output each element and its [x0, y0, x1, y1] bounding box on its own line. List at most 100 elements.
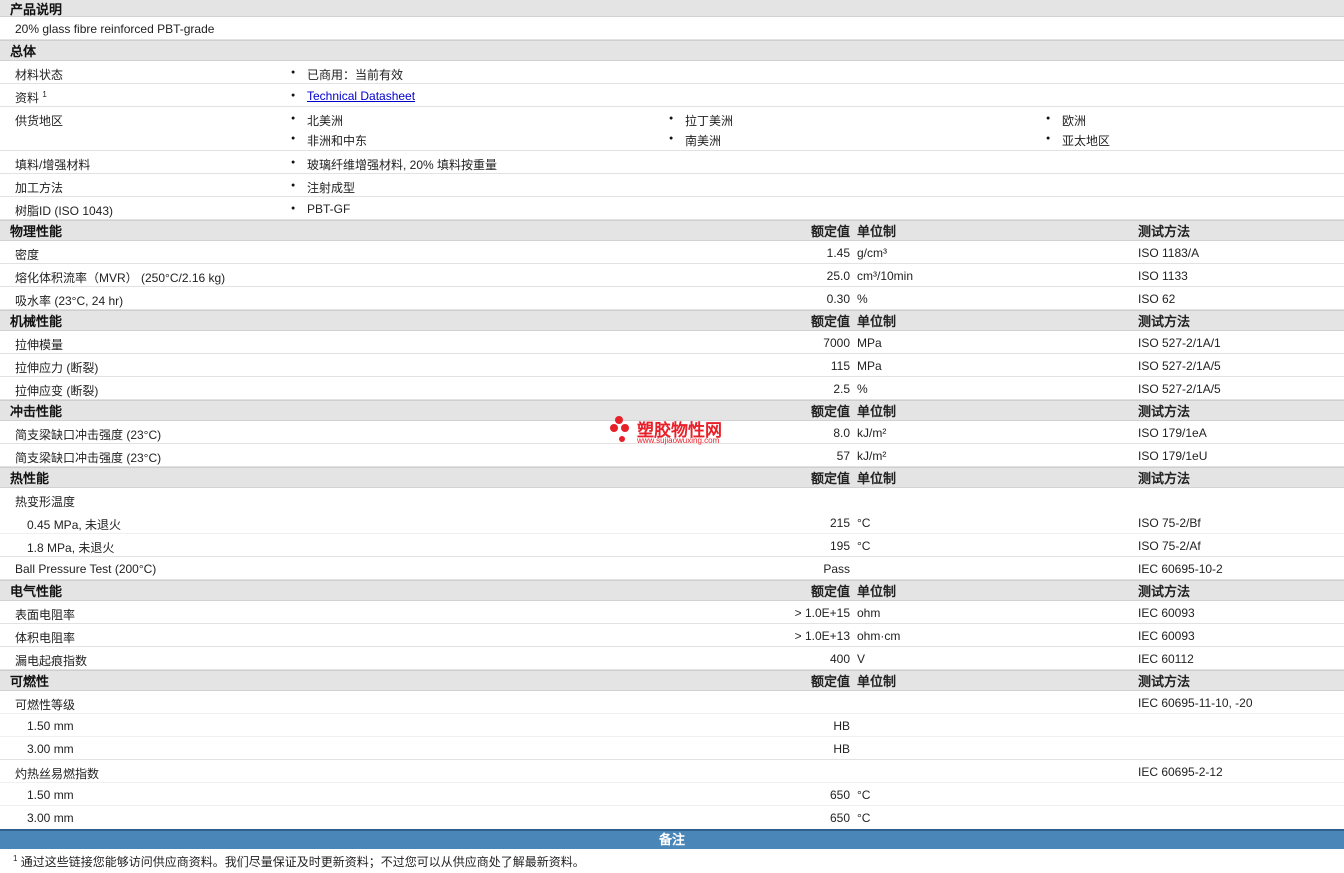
header-test: 测试方法 — [1138, 404, 1191, 419]
header-nominal: 额定值 — [810, 404, 850, 419]
property-row: 0.45 MPa, 未退火 215 °C ISO 75-2/Bf — [0, 511, 1344, 534]
property-value: HB — [833, 742, 850, 756]
property-label: 吸水率 (23°C, 24 hr) — [15, 294, 124, 308]
property-label: 简支梁缺口冲击强度 (23°C) — [15, 428, 162, 442]
property-label: 灼热丝易燃指数 — [15, 767, 100, 781]
property-test: IEC 60093 — [1138, 606, 1195, 620]
property-unit: cm³/10min — [857, 269, 914, 283]
property-unit: ohm — [857, 606, 881, 620]
datasheet: 产品说明 20% glass fibre reinforced PBT-grad… — [0, 0, 1344, 869]
property-test: ISO 527-2/1A/5 — [1138, 359, 1221, 373]
property-label: 3.00 mm — [27, 742, 74, 756]
property-test: ISO 1133 — [1138, 269, 1188, 283]
property-row: 拉伸应变 (断裂) 2.5 % ISO 527-2/1A/5 — [0, 377, 1344, 400]
row-label: 材料状态 — [15, 68, 64, 82]
section-thermal: 热性能 额定值 单位制 测试方法 — [0, 467, 1344, 488]
row-label: 加工方法 — [15, 181, 64, 195]
region-item: 亚太地区 — [1046, 132, 1110, 149]
section-product-description: 产品说明 — [0, 0, 1344, 17]
watermark-url: www.sujiaowuxing.com — [637, 436, 720, 445]
section-general: 总体 — [0, 40, 1344, 61]
region-item: 南美洲 — [669, 132, 721, 149]
property-test: ISO 527-2/1A/1 — [1138, 336, 1221, 350]
property-row: 表面电阻率 > 1.0E+15 ohm IEC 60093 — [0, 601, 1344, 624]
property-group-row: 热变形温度 — [0, 488, 1344, 511]
section-physical: 物理性能 额定值 单位制 测试方法 — [0, 220, 1344, 241]
row-value: 已商用：当前有效 — [291, 66, 403, 83]
property-group-row: 灼热丝易燃指数 IEC 60695-2-12 — [0, 760, 1344, 783]
property-row: 3.00 mm HB — [0, 737, 1344, 760]
footnote-text: 1 通过这些链接您能够访问供应商资料。我们尽量保证及时更新资料；不过您可以从供应… — [13, 854, 585, 869]
header-nominal: 额定值 — [810, 314, 850, 329]
property-label: 1.50 mm — [27, 788, 74, 802]
header-test: 测试方法 — [1138, 584, 1191, 599]
property-label: 熔化体积流率（MVR） (250°C/2.16 kg) — [15, 271, 226, 285]
technical-datasheet-link[interactable]: Technical Datasheet — [307, 89, 415, 103]
property-unit: °C — [857, 539, 871, 553]
property-value: > 1.0E+13 — [794, 629, 850, 643]
property-label: 1.50 mm — [27, 719, 74, 733]
datasheet-link-item: Technical Datasheet — [291, 89, 415, 103]
property-value: Pass — [823, 562, 850, 576]
property-row: 拉伸模量 7000 MPa ISO 527-2/1A/1 — [0, 331, 1344, 354]
property-value: > 1.0E+15 — [794, 606, 850, 620]
property-value: 7000 — [823, 336, 850, 350]
section-electrical: 电气性能 额定值 单位制 测试方法 — [0, 580, 1344, 601]
property-label: 体积电阻率 — [15, 631, 76, 645]
property-label: 1.8 MPa, 未退火 — [27, 541, 115, 555]
property-value: 400 — [829, 652, 850, 666]
row-label: 树脂ID (ISO 1043) — [15, 204, 114, 218]
property-row: 密度 1.45 g/cm³ ISO 1183/A — [0, 241, 1344, 264]
property-unit: % — [857, 292, 868, 306]
section-title: 电气性能 — [10, 584, 63, 599]
property-row: 1.50 mm HB — [0, 714, 1344, 737]
property-label: 漏电起痕指数 — [15, 654, 88, 668]
header-test: 测试方法 — [1138, 314, 1191, 329]
property-value: 8.0 — [833, 426, 850, 440]
section-title: 热性能 — [10, 471, 50, 486]
property-value: 215 — [829, 516, 850, 530]
row-resin-id: 树脂ID (ISO 1043) PBT-GF — [0, 197, 1344, 220]
property-test: ISO 62 — [1138, 292, 1176, 306]
header-unit: 单位制 — [857, 404, 897, 419]
header-unit: 单位制 — [857, 674, 897, 689]
property-test: ISO 75-2/Bf — [1138, 516, 1201, 530]
property-test: ISO 75-2/Af — [1138, 539, 1201, 553]
property-label: 密度 — [15, 248, 40, 262]
property-label: 可燃性等级 — [15, 698, 76, 712]
notes-header: 备注 — [0, 829, 1344, 849]
header-unit: 单位制 — [857, 471, 897, 486]
property-label: 0.45 MPa, 未退火 — [27, 518, 122, 532]
property-unit: kJ/m² — [857, 449, 887, 463]
section-title: 总体 — [10, 44, 37, 59]
property-row: Ball Pressure Test (200°C) Pass IEC 6069… — [0, 557, 1344, 580]
property-test: IEC 60093 — [1138, 629, 1195, 643]
property-test: ISO 1183/A — [1138, 246, 1200, 260]
property-row: 1.8 MPa, 未退火 195 °C ISO 75-2/Af — [0, 534, 1344, 557]
section-mechanical: 机械性能 额定值 单位制 测试方法 — [0, 310, 1344, 331]
property-row: 拉伸应力 (断裂) 115 MPa ISO 527-2/1A/5 — [0, 354, 1344, 377]
section-title: 可燃性 — [10, 674, 50, 689]
watermark-logo: 塑胶物性网 www.sujiaowuxing.com — [610, 414, 740, 448]
header-nominal: 额定值 — [810, 584, 850, 599]
property-unit: ohm·cm — [857, 629, 901, 643]
property-unit: MPa — [857, 359, 882, 373]
property-unit: MPa — [857, 336, 882, 350]
header-unit: 单位制 — [857, 224, 897, 239]
row-value: 注射成型 — [291, 179, 355, 196]
row-value: 玻璃纤维增强材料, 20% 填料按重量 — [291, 156, 497, 173]
property-value: 650 — [829, 811, 850, 825]
section-title: 冲击性能 — [10, 404, 63, 419]
property-label: 3.00 mm — [27, 811, 74, 825]
property-test: ISO 527-2/1A/5 — [1138, 382, 1221, 396]
property-test: IEC 60112 — [1138, 652, 1194, 666]
property-row: 漏电起痕指数 400 V IEC 60112 — [0, 647, 1344, 670]
row-value: PBT-GF — [291, 202, 350, 216]
property-unit: % — [857, 382, 868, 396]
section-title: 物理性能 — [10, 224, 63, 239]
property-row: 1.50 mm 650 °C — [0, 783, 1344, 806]
section-title: 产品说明 — [10, 1, 63, 17]
header-test: 测试方法 — [1138, 471, 1191, 486]
property-row: 3.00 mm 650 °C — [0, 806, 1344, 829]
property-value: 115 — [830, 359, 850, 373]
